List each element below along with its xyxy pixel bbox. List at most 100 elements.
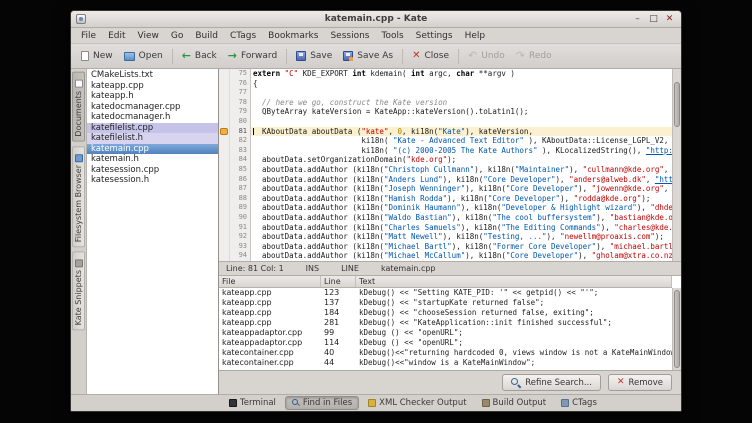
toolbar-button-redo[interactable]: Redo <box>511 48 557 64</box>
code-text[interactable]: aboutData.addAuthor (ki18n("Hamish Rodda… <box>251 194 672 204</box>
sidebar-tab-kate-snippets[interactable]: Kate Snippets <box>72 251 85 330</box>
code-line-83[interactable]: 83 ki18n( "(c) 2000-2005 The Kate Author… <box>219 146 672 156</box>
menu-ctags[interactable]: CTags <box>224 31 262 41</box>
menu-view[interactable]: View <box>132 31 165 41</box>
find-results-scrollbar-thumb[interactable] <box>674 290 680 368</box>
code-line-87[interactable]: 87 aboutData.addAuthor (ki18n("Joseph We… <box>219 184 672 194</box>
code-text[interactable]: aboutData.addAuthor (ki18n("Michael Bart… <box>251 242 672 252</box>
code-line-77[interactable]: 77 <box>219 88 672 98</box>
code-text[interactable]: aboutData.addAuthor (ki18n("Joseph Wenni… <box>251 184 672 194</box>
find-result-row[interactable]: kateappadaptor.cpp114kDebug () << "openU… <box>219 338 672 348</box>
document-item-kateapp-h[interactable]: kateapp.h <box>87 91 218 102</box>
maximize-button[interactable]: □ <box>647 13 660 26</box>
document-item-katemain-h[interactable]: katemain.h <box>87 154 218 165</box>
document-item-cmakelists-txt[interactable]: CMakeLists.txt <box>87 70 218 81</box>
toolbar-button-new[interactable]: New <box>76 48 118 64</box>
menu-help[interactable]: Help <box>459 31 492 41</box>
find-results-scrollbar[interactable] <box>672 288 681 370</box>
code-line-94[interactable]: 94 aboutData.addAuthor (ki18n("Michael M… <box>219 251 672 261</box>
code-line-88[interactable]: 88 aboutData.addAuthor (ki18n("Hamish Ro… <box>219 194 672 204</box>
editor-scrollbar-thumb[interactable] <box>674 82 680 126</box>
sidebar-tab-documents[interactable]: Documents <box>72 72 85 142</box>
close-button[interactable]: ✕ <box>663 13 676 26</box>
code-text[interactable]: aboutData.addAuthor (ki18n("Christoph Cu… <box>251 165 672 175</box>
code-line-78[interactable]: 78 // here we go, construct the Kate ver… <box>219 98 672 108</box>
code-line-82[interactable]: 82 ki18n( "Kate - Advanced Text Editor" … <box>219 136 672 146</box>
menu-bookmarks[interactable]: Bookmarks <box>262 31 324 41</box>
code-text[interactable]: aboutData.setOrganizationDomain("kde.org… <box>251 155 672 165</box>
refine-search-button[interactable]: Refine Search... <box>502 374 601 391</box>
code-line-90[interactable]: 90 aboutData.addAuthor (ki18n("Waldo Bas… <box>219 213 672 223</box>
code-line-79[interactable]: 79 QByteArray kateVersion = KateApp::kat… <box>219 107 672 117</box>
code-text[interactable]: extern "C" KDE_EXPORT int kdemain( int a… <box>251 69 672 79</box>
code-line-89[interactable]: 89 aboutData.addAuthor (ki18n("Dominik H… <box>219 203 672 213</box>
editor-scrollbar[interactable] <box>672 69 681 261</box>
document-item-katesession-h[interactable]: katesession.h <box>87 175 218 186</box>
bottom-tab-ctags[interactable]: CTags <box>555 396 603 410</box>
menu-go[interactable]: Go <box>165 31 189 41</box>
code-line-84[interactable]: 84 aboutData.setOrganizationDomain("kde.… <box>219 155 672 165</box>
column-header-file[interactable]: File <box>219 276 321 287</box>
code-text[interactable]: KAboutData aboutData ("kate", 0, ki18n("… <box>251 127 672 137</box>
menu-settings[interactable]: Settings <box>410 31 459 41</box>
toolbar-button-save-as[interactable]: Save As <box>338 48 398 64</box>
find-result-row[interactable]: kateapp.cpp123kDebug() << "Setting KATE_… <box>219 288 672 298</box>
find-result-row[interactable]: katecontainer.cpp44kDebug()<<"window is … <box>219 358 672 368</box>
find-result-row[interactable]: katecontainer.cpp40kDebug()<<"returning … <box>219 348 672 358</box>
find-result-row[interactable]: kateapp.cpp184kDebug() << "chooseSession… <box>219 308 672 318</box>
document-item-katemain-cpp[interactable]: katemain.cpp <box>87 144 218 155</box>
document-item-katefilelist-h[interactable]: katefilelist.h <box>87 133 218 144</box>
document-item-kateapp-cpp[interactable]: kateapp.cpp <box>87 81 218 92</box>
toolbar-button-open[interactable]: Open <box>119 48 168 64</box>
document-item-katedocmanager-cpp[interactable]: katedocmanager.cpp <box>87 102 218 113</box>
menu-tools[interactable]: Tools <box>375 31 409 41</box>
bottom-tab-find-in-files[interactable]: Find in Files <box>285 396 359 410</box>
code-text[interactable]: aboutData.addAuthor (ki18n("Michael McCa… <box>251 251 672 261</box>
menu-edit[interactable]: Edit <box>102 31 131 41</box>
column-header-text[interactable]: Text <box>356 276 672 287</box>
column-header-line[interactable]: Line <box>321 276 356 287</box>
sidebar-tab-filesystem-browser[interactable]: Filesystem Browser <box>72 146 85 247</box>
code-text[interactable]: QByteArray kateVersion = KateApp::kateVe… <box>251 107 672 117</box>
bottom-tab-build-output[interactable]: Build Output <box>476 396 553 410</box>
find-result-row[interactable]: kateappadaptor.cpp99kDebug () << "openUR… <box>219 328 672 338</box>
remove-button[interactable]: ✕ Remove <box>608 374 672 391</box>
code-text[interactable]: aboutData.addAuthor (ki18n("Charles Samu… <box>251 223 672 233</box>
toolbar-button-save[interactable]: Save <box>291 48 337 64</box>
code-text[interactable] <box>251 117 672 127</box>
titlebar[interactable]: katemain.cpp - Kate –□✕ <box>71 11 681 28</box>
code-line-91[interactable]: 91 aboutData.addAuthor (ki18n("Charles S… <box>219 223 672 233</box>
document-item-katesession-cpp[interactable]: katesession.cpp <box>87 165 218 176</box>
menu-build[interactable]: Build <box>189 31 224 41</box>
code-line-93[interactable]: 93 aboutData.addAuthor (ki18n("Michael B… <box>219 242 672 252</box>
code-line-76[interactable]: 76{ <box>219 79 672 89</box>
code-line-86[interactable]: 86 aboutData.addAuthor (ki18n("Anders Lu… <box>219 175 672 185</box>
code-line-81[interactable]: 81 KAboutData aboutData ("kate", 0, ki18… <box>219 127 672 137</box>
bottom-tab-terminal[interactable]: Terminal <box>223 396 282 410</box>
document-item-katefilelist-cpp[interactable]: katefilelist.cpp <box>87 123 218 134</box>
bottom-tab-xml-checker-output[interactable]: XML Checker Output <box>362 396 472 410</box>
code-text[interactable]: { <box>251 79 672 89</box>
code-line-75[interactable]: 75extern "C" KDE_EXPORT int kdemain( int… <box>219 69 672 79</box>
toolbar-button-undo[interactable]: Undo <box>463 48 510 64</box>
menu-sessions[interactable]: Sessions <box>324 31 375 41</box>
code-text[interactable]: aboutData.addAuthor (ki18n("Anders Lund"… <box>251 175 672 185</box>
toolbar-button-forward[interactable]: Forward <box>223 48 282 64</box>
find-result-row[interactable]: kateapp.cpp281kDebug() << "KateApplicati… <box>219 318 672 328</box>
code-line-92[interactable]: 92 aboutData.addAuthor (ki18n("Matt Newe… <box>219 232 672 242</box>
code-text[interactable]: ki18n( "(c) 2000-2005 The Kate Authors" … <box>251 146 672 156</box>
document-item-katedocmanager-h[interactable]: katedocmanager.h <box>87 112 218 123</box>
toolbar-button-close[interactable]: Close <box>407 48 454 64</box>
find-result-row[interactable]: kateapp.cpp137kDebug() << "startupKate r… <box>219 298 672 308</box>
code-text[interactable]: aboutData.addAuthor (ki18n("Dominik Haum… <box>251 203 672 213</box>
editor[interactable]: 75extern "C" KDE_EXPORT int kdemain( int… <box>219 69 681 262</box>
code-text[interactable]: // here we go, construct the Kate versio… <box>251 98 672 108</box>
code-line-85[interactable]: 85 aboutData.addAuthor (ki18n("Christoph… <box>219 165 672 175</box>
code-text[interactable]: ki18n( "Kate - Advanced Text Editor" ), … <box>251 136 672 146</box>
code-line-80[interactable]: 80 <box>219 117 672 127</box>
minimize-button[interactable]: – <box>631 13 644 26</box>
code-text[interactable]: aboutData.addAuthor (ki18n("Matt Newell"… <box>251 232 672 242</box>
code-text[interactable]: aboutData.addAuthor (ki18n("Waldo Bastia… <box>251 213 672 223</box>
menu-file[interactable]: File <box>75 31 102 41</box>
code-area[interactable]: 75extern "C" KDE_EXPORT int kdemain( int… <box>219 69 672 261</box>
